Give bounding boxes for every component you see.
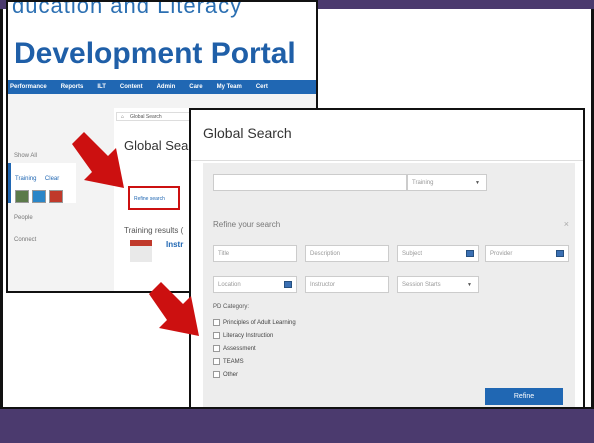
location-picker-icon[interactable] bbox=[284, 281, 292, 288]
sidebar-training-label: Training bbox=[15, 176, 37, 182]
nav-content[interactable]: Content bbox=[120, 84, 143, 90]
event-icon bbox=[130, 240, 152, 262]
nav-performance[interactable]: Performance bbox=[10, 84, 47, 90]
session-starts-value: Session Starts bbox=[402, 281, 441, 288]
online-icon[interactable] bbox=[32, 190, 46, 203]
checkbox-icon[interactable] bbox=[213, 358, 220, 365]
calendar-icon[interactable] bbox=[49, 190, 63, 203]
refine-button[interactable]: Refine bbox=[485, 388, 563, 405]
portal-header: ducation and Literacy Development Portal bbox=[8, 2, 316, 84]
search-page-title: Global Sear bbox=[124, 138, 193, 153]
title-field-placeholder: Title bbox=[218, 250, 230, 257]
modal-body: Training ▼ Refine your search × Title De… bbox=[203, 163, 575, 413]
pointer-arrow-icon bbox=[149, 282, 199, 336]
category-checkbox[interactable]: Assessment bbox=[213, 345, 256, 352]
course-icon[interactable] bbox=[15, 190, 29, 203]
refine-heading: Refine your search bbox=[213, 220, 281, 229]
category-label: Assessment bbox=[223, 345, 256, 352]
checkbox-icon[interactable] bbox=[213, 345, 220, 352]
chevron-down-icon: ▼ bbox=[475, 180, 480, 186]
nav-reports[interactable]: Reports bbox=[61, 84, 84, 90]
pointer-arrow-icon bbox=[72, 132, 124, 188]
subject-field-placeholder: Subject bbox=[402, 250, 423, 257]
breadcrumb: ⌂ Global Search bbox=[116, 112, 196, 121]
training-type-icons bbox=[15, 190, 72, 203]
checkbox-icon[interactable] bbox=[213, 371, 220, 378]
session-starts-select[interactable]: Session Starts ▼ bbox=[397, 276, 479, 293]
title-field[interactable]: Title bbox=[213, 245, 297, 262]
sidebar-people[interactable]: People bbox=[8, 211, 76, 225]
category-label: Principles of Adult Learning bbox=[223, 319, 296, 326]
subject-picker-icon[interactable] bbox=[466, 250, 474, 257]
breadcrumb-label: Global Search bbox=[130, 113, 162, 120]
nav-ilt[interactable]: ILT bbox=[97, 84, 106, 90]
global-search-modal: Global Search Training ▼ Refine your sea… bbox=[189, 108, 585, 417]
provider-field-placeholder: Provider bbox=[490, 250, 513, 257]
refine-search-link[interactable]: Refine search bbox=[134, 196, 165, 202]
result-title[interactable]: Instr bbox=[166, 240, 183, 249]
sidebar-training-clear[interactable]: Clear bbox=[45, 176, 59, 182]
close-icon[interactable]: × bbox=[564, 219, 569, 229]
checkbox-icon[interactable] bbox=[213, 319, 220, 326]
nav-cert[interactable]: Cert bbox=[256, 84, 268, 90]
modal-divider bbox=[191, 160, 583, 161]
category-checkbox[interactable]: Principles of Adult Learning bbox=[213, 319, 296, 326]
home-icon[interactable]: ⌂ bbox=[121, 114, 124, 120]
portal-nav: Performance Reports ILT Content Admin Ca… bbox=[8, 80, 316, 94]
provider-field[interactable]: Provider bbox=[485, 245, 569, 262]
search-input[interactable] bbox=[213, 174, 407, 191]
nav-admin[interactable]: Admin bbox=[157, 84, 176, 90]
refine-search-highlight: Refine search bbox=[128, 186, 180, 210]
instructor-field[interactable]: Instructor bbox=[305, 276, 389, 293]
checkbox-icon[interactable] bbox=[213, 332, 220, 339]
pd-category-label: PD Category: bbox=[213, 304, 250, 310]
instructor-field-placeholder: Instructor bbox=[310, 281, 336, 288]
category-checkbox[interactable]: Literacy Instruction bbox=[213, 332, 273, 339]
search-type-value: Training bbox=[412, 179, 434, 186]
location-field[interactable]: Location bbox=[213, 276, 297, 293]
category-label: Other bbox=[223, 371, 239, 378]
category-checkbox[interactable]: Other bbox=[213, 371, 238, 378]
subject-field[interactable]: Subject bbox=[397, 245, 479, 262]
description-field-placeholder: Description bbox=[310, 250, 341, 257]
chevron-down-icon: ▼ bbox=[467, 282, 472, 288]
training-results-label: Training results ( bbox=[124, 226, 184, 235]
modal-title: Global Search bbox=[203, 125, 292, 141]
location-field-placeholder: Location bbox=[218, 281, 241, 288]
category-label: TEAMS bbox=[223, 358, 244, 365]
bottom-accent-bar bbox=[0, 407, 594, 443]
category-checkbox[interactable]: TEAMS bbox=[213, 358, 244, 365]
search-type-select[interactable]: Training ▼ bbox=[407, 174, 487, 191]
sidebar-connect[interactable]: Connect bbox=[8, 233, 76, 247]
category-label: Literacy Instruction bbox=[223, 332, 274, 339]
nav-my-team[interactable]: My Team bbox=[217, 84, 242, 90]
portal-title: Development Portal bbox=[14, 37, 296, 70]
portal-subtitle: ducation and Literacy bbox=[12, 0, 243, 18]
nav-care[interactable]: Care bbox=[189, 84, 202, 90]
provider-picker-icon[interactable] bbox=[556, 250, 564, 257]
description-field[interactable]: Description bbox=[305, 245, 389, 262]
